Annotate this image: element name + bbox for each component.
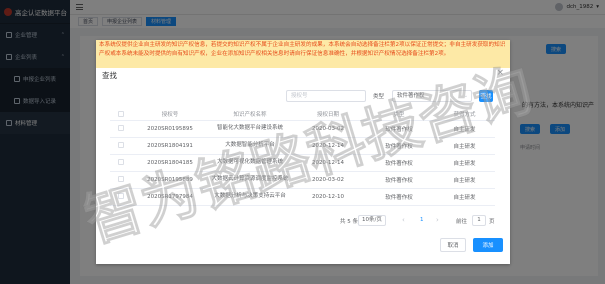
cell-way: 自主研发	[434, 188, 495, 206]
cell-name: 智能化大数据平台建设系统	[208, 120, 292, 138]
cell-type: 软件著作权	[364, 188, 434, 206]
cell-way: 自主研发	[434, 137, 495, 155]
row-checkbox[interactable]	[118, 159, 124, 166]
next-page-icon[interactable]: ›	[436, 216, 439, 224]
type-select-value: 软件著作权	[397, 93, 425, 99]
row-checkbox[interactable]	[118, 125, 124, 132]
table-row[interactable]: 2020SR1804185 大数据可视化数据管理系统 2020-12-14 软件…	[110, 154, 495, 172]
chevron-down-icon: ⌄	[463, 93, 468, 99]
row-checkbox[interactable]	[118, 176, 124, 183]
cell-name: 大数据云计算资源调度监控系统	[208, 171, 292, 189]
dialog-title: 查找	[102, 71, 117, 80]
cell-way: 自主研发	[434, 120, 495, 138]
ip-table: 授权号 知识产权名称 授权日期 类型 获得方式 2020SR0195895 智能…	[110, 108, 495, 206]
cell-way: 自主研发	[434, 154, 495, 172]
cell-auth-no: 2020SR0195889	[132, 171, 208, 189]
cell-name: 大数据分析与决策支持云平台	[208, 188, 292, 206]
table-row[interactable]: 2020SR0195889 大数据云计算资源调度监控系统 2020-03-02 …	[110, 171, 495, 189]
column-header: 获得方式	[434, 108, 495, 121]
cell-name: 大数据可视化数据管理系统	[208, 154, 292, 172]
add-button[interactable]: 添加	[473, 238, 503, 252]
row-checkbox[interactable]	[118, 193, 124, 200]
select-all-checkbox[interactable]	[118, 110, 124, 117]
cancel-button[interactable]: 取消	[440, 238, 466, 252]
row-checkbox[interactable]	[118, 142, 124, 149]
page-number-current[interactable]: 1	[420, 217, 424, 223]
pagination-total: 共 5 条	[340, 219, 358, 225]
notice-banner: 本系统仅提供企业自主研发的知识产权信息，若提交的知识产权不属于企业自主研发的成果…	[96, 40, 510, 68]
column-header: 类型	[364, 108, 434, 121]
page-size-select[interactable]: 10条/页 ⌄	[358, 215, 386, 226]
cell-date: 2020-03-02	[292, 171, 364, 189]
cell-type: 软件著作权	[364, 120, 434, 138]
column-header: 知识产权名称	[208, 108, 292, 121]
cell-auth-no: 2020SR1797984	[132, 188, 208, 206]
column-header: 授权日期	[292, 108, 364, 121]
pagination: 共 5 条 10条/页 ⌄ ‹ 1 › 前往 1 页	[96, 215, 510, 227]
goto-label: 前往	[456, 219, 468, 225]
chevron-down-icon: ⌄	[379, 218, 383, 223]
goto-unit: 页	[489, 219, 495, 225]
goto-page-input[interactable]: 1	[472, 215, 486, 226]
cell-date: 2020-12-10	[292, 188, 364, 206]
table-row[interactable]: 2020SR1804191 大数据智能分析平台 2020-12-14 软件著作权…	[110, 137, 495, 155]
cell-auth-no: 2020SR0195895	[132, 120, 208, 138]
cell-name: 大数据智能分析平台	[208, 137, 292, 155]
table-row[interactable]: 2020SR1797984 大数据分析与决策支持云平台 2020-12-10 软…	[110, 188, 495, 206]
cell-type: 软件著作权	[364, 171, 434, 189]
cell-date: 2020-12-14	[292, 137, 364, 155]
cell-auth-no: 2020SR1804191	[132, 137, 208, 155]
prev-page-icon[interactable]: ‹	[402, 216, 405, 224]
type-select[interactable]: 软件著作权 ⌄	[392, 90, 472, 102]
search-input[interactable]: 授权号	[286, 90, 366, 102]
cell-type: 软件著作权	[364, 154, 434, 172]
cell-date: 2020-03-02	[292, 120, 364, 138]
cell-way: 自主研发	[434, 171, 495, 189]
close-icon[interactable]: ×	[496, 68, 504, 78]
table-header-row: 授权号 知识产权名称 授权日期 类型 获得方式	[110, 108, 495, 121]
find-button[interactable]: 查找	[479, 90, 493, 102]
find-dialog: 本系统仅提供企业自主研发的知识产权信息，若提交的知识产权不属于企业自主研发的成果…	[96, 40, 510, 264]
type-label: 类型	[373, 94, 385, 100]
cell-auth-no: 2020SR1804185	[132, 154, 208, 172]
cell-type: 软件著作权	[364, 137, 434, 155]
filter-bar: 授权号 类型 软件著作权 ⌄ 查找	[96, 90, 510, 102]
cell-date: 2020-12-14	[292, 154, 364, 172]
table-row[interactable]: 2020SR0195895 智能化大数据平台建设系统 2020-03-02 软件…	[110, 120, 495, 138]
column-header: 授权号	[132, 108, 208, 121]
